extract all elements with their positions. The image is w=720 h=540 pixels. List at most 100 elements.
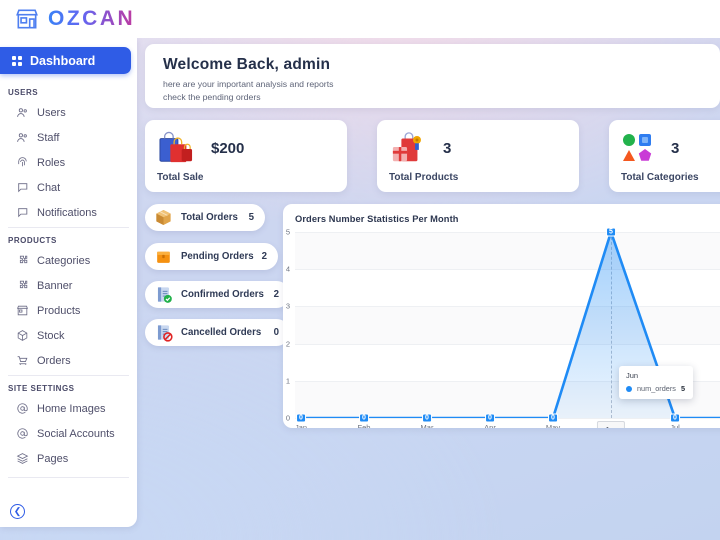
stat-top-row: 3 bbox=[621, 129, 720, 167]
users-icon bbox=[16, 131, 29, 144]
order-pill-count: 2 bbox=[262, 251, 267, 262]
chart-x-tick: Jul bbox=[670, 423, 680, 428]
order-pill-cancelled-orders[interactable]: Cancelled Orders 0 bbox=[145, 319, 290, 346]
chart-point-label: 0 bbox=[359, 414, 369, 423]
stat-label: Total Sale bbox=[157, 172, 347, 183]
order-pill-label: Confirmed Orders bbox=[181, 289, 264, 300]
chart-point-label: 0 bbox=[485, 414, 495, 423]
sidebar-item-label: Pages bbox=[37, 453, 68, 465]
orange-box-icon bbox=[154, 247, 173, 266]
sidebar-item-notifications[interactable]: Notifications bbox=[0, 200, 137, 225]
sidebar-item-label: Products bbox=[37, 305, 80, 317]
grid-icon bbox=[12, 56, 22, 66]
sidebar-item-label: Orders bbox=[37, 355, 71, 367]
fingerprint-icon bbox=[16, 156, 29, 169]
stat-value: 3 bbox=[443, 140, 451, 157]
users-icon bbox=[16, 106, 29, 119]
sidebar-item-pages[interactable]: Pages bbox=[0, 446, 137, 471]
chart-tooltip-row: num_orders 5 bbox=[626, 384, 685, 393]
chart-tooltip-title: Jun bbox=[626, 371, 685, 380]
chart-tooltip-value: 5 bbox=[681, 384, 685, 393]
sidebar-item-roles[interactable]: Roles bbox=[0, 150, 137, 175]
page-title: Welcome Back, admin bbox=[163, 56, 720, 74]
chart-y-tick: 0 bbox=[286, 414, 290, 423]
stat-value: 3 bbox=[671, 140, 679, 157]
chart-x-tick: Apr bbox=[484, 423, 496, 428]
orders-chart-card: Orders Number Statistics Per Month 5 4 3… bbox=[283, 204, 720, 428]
sidebar-divider bbox=[8, 477, 129, 478]
chart-y-tick: 2 bbox=[286, 339, 290, 348]
sidebar-item-social-accounts[interactable]: Social Accounts bbox=[0, 421, 137, 446]
stat-card-total-categories[interactable]: 3 Total Categories bbox=[609, 120, 720, 192]
order-pill-total-orders[interactable]: Total Orders 5 bbox=[145, 204, 265, 231]
stat-value: $200 bbox=[211, 140, 244, 157]
order-pill-pending-orders[interactable]: Pending Orders 2 bbox=[145, 243, 278, 270]
chart-point-label: 0 bbox=[422, 414, 432, 423]
chart-tooltip: Jun num_orders 5 bbox=[619, 366, 693, 399]
sidebar-section-users: USERS bbox=[0, 80, 137, 100]
sidebar-item-dashboard[interactable]: Dashboard bbox=[0, 47, 131, 74]
clipboard-cancel-icon bbox=[154, 323, 173, 342]
sidebar-item-label: Banner bbox=[37, 280, 72, 292]
sidebar-item-banner[interactable]: Banner bbox=[0, 273, 137, 298]
sidebar-item-categories[interactable]: Categories bbox=[0, 248, 137, 273]
sidebar-collapse-row: ❮ bbox=[0, 498, 137, 527]
sidebar-item-chat[interactable]: Chat bbox=[0, 175, 137, 200]
stat-top-row: $200 bbox=[157, 129, 347, 167]
brand-logo[interactable]: OZCAN bbox=[0, 6, 135, 32]
sidebar-item-stock[interactable]: Stock bbox=[0, 323, 137, 348]
stat-card-total-products[interactable]: 3 Total Products bbox=[377, 120, 579, 192]
chart-x-tick: Jan bbox=[295, 423, 307, 428]
chart-tooltip-series-name: num_orders bbox=[637, 384, 676, 393]
sidebar-item-label: Stock bbox=[37, 330, 65, 342]
order-pill-label: Cancelled Orders bbox=[181, 327, 261, 338]
top-header-bar: OZCAN bbox=[0, 0, 720, 38]
package-box-icon bbox=[154, 208, 173, 227]
sidebar-item-staff[interactable]: Staff bbox=[0, 125, 137, 150]
sidebar-item-label: Users bbox=[37, 107, 66, 119]
welcome-subtitle-line-2: check the pending orders bbox=[163, 91, 720, 104]
chart-point-label: 0 bbox=[670, 414, 680, 423]
order-pill-count: 0 bbox=[274, 327, 279, 338]
sidebar-item-orders[interactable]: Orders bbox=[0, 348, 137, 373]
chevron-left-circle-icon[interactable]: ❮ bbox=[10, 504, 25, 519]
chat-bubble-icon bbox=[16, 206, 29, 219]
layers-icon bbox=[16, 452, 29, 465]
chart-x-tick: May bbox=[546, 423, 560, 428]
chart-plot-area[interactable]: 5 4 3 2 1 0 bbox=[295, 232, 720, 418]
sidebar-section-products: PRODUCTS bbox=[0, 228, 137, 248]
shopping-bags-icon bbox=[157, 131, 195, 165]
stat-card-total-sale[interactable]: $200 Total Sale bbox=[145, 120, 347, 192]
sidebar-item-label: Home Images bbox=[37, 403, 105, 415]
sidebar-item-users[interactable]: Users bbox=[0, 100, 137, 125]
sidebar: Dashboard USERS Users Staff Roles Chat N… bbox=[0, 38, 137, 527]
chart-x-tick: Mar bbox=[421, 423, 434, 428]
cube-icon bbox=[16, 329, 29, 342]
sidebar-item-label: Staff bbox=[37, 132, 59, 144]
chart-hover-axis-label: Jun bbox=[597, 421, 625, 428]
chart-point-label: 0 bbox=[548, 414, 558, 423]
sidebar-item-home-images[interactable]: Home Images bbox=[0, 396, 137, 421]
brand-name: OZCAN bbox=[48, 7, 135, 31]
shopping-cart-icon bbox=[16, 354, 29, 367]
sidebar-item-products[interactable]: Products bbox=[0, 298, 137, 323]
sidebar-item-label: Social Accounts bbox=[37, 428, 115, 440]
chart-point-label: 0 bbox=[296, 414, 306, 423]
shapes-icon bbox=[621, 132, 655, 164]
puzzle-icon bbox=[16, 254, 29, 267]
sidebar-section-site-settings: SITE SETTINGS bbox=[0, 376, 137, 396]
chart-title: Orders Number Statistics Per Month bbox=[295, 214, 720, 224]
order-pill-count: 2 bbox=[274, 289, 279, 300]
order-pill-confirmed-orders[interactable]: Confirmed Orders 2 bbox=[145, 281, 290, 308]
order-pill-label: Total Orders bbox=[181, 212, 238, 223]
order-pill-count: 5 bbox=[249, 212, 254, 223]
order-pill-label: Pending Orders bbox=[181, 251, 254, 262]
chart-x-tick: Feb bbox=[358, 423, 371, 428]
stat-label: Total Products bbox=[389, 172, 579, 183]
sidebar-item-label: Chat bbox=[37, 182, 60, 194]
chart-y-tick: 4 bbox=[286, 265, 290, 274]
stat-top-row: 3 bbox=[389, 129, 579, 167]
sidebar-item-label: Notifications bbox=[37, 207, 97, 219]
storefront-icon bbox=[14, 6, 40, 32]
sidebar-item-label: Roles bbox=[37, 157, 65, 169]
